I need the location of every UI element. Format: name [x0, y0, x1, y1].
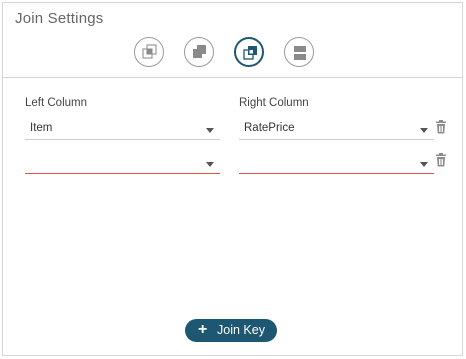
join-type-selector	[134, 37, 314, 67]
add-join-key-button[interactable]: + Join Key	[185, 319, 277, 342]
chevron-down-icon	[420, 128, 428, 133]
add-join-key-label: Join Key	[217, 323, 265, 337]
plus-icon: +	[198, 321, 208, 338]
outer-join-button[interactable]	[284, 37, 314, 67]
inner-join-button[interactable]	[134, 37, 164, 67]
trash-icon[interactable]	[435, 120, 447, 134]
right-join-button[interactable]	[234, 37, 264, 67]
left-column-value: Item	[30, 122, 53, 134]
left-join-button[interactable]	[184, 37, 214, 67]
panel-title: Join Settings	[15, 10, 104, 27]
trash-icon[interactable]	[435, 153, 447, 167]
left-column-label: Left Column	[25, 97, 88, 109]
left-column-select[interactable]: Item	[25, 120, 220, 140]
right-column-label: Right Column	[239, 97, 309, 109]
join-settings-panel: Join Settings Left Column Right Column I…	[2, 2, 463, 356]
chevron-down-icon	[206, 128, 214, 133]
right-column-select[interactable]: RatePrice	[239, 120, 434, 140]
right-column-select[interactable]	[239, 154, 434, 174]
panel-header: Join Settings	[3, 3, 462, 78]
right-join-icon	[243, 46, 257, 60]
chevron-down-icon	[420, 162, 428, 167]
right-column-value: RatePrice	[244, 122, 295, 134]
left-column-select[interactable]	[25, 154, 220, 174]
outer-join-icon	[294, 46, 306, 60]
chevron-down-icon	[206, 162, 214, 167]
inner-join-icon	[142, 44, 157, 59]
left-join-icon	[193, 45, 206, 58]
